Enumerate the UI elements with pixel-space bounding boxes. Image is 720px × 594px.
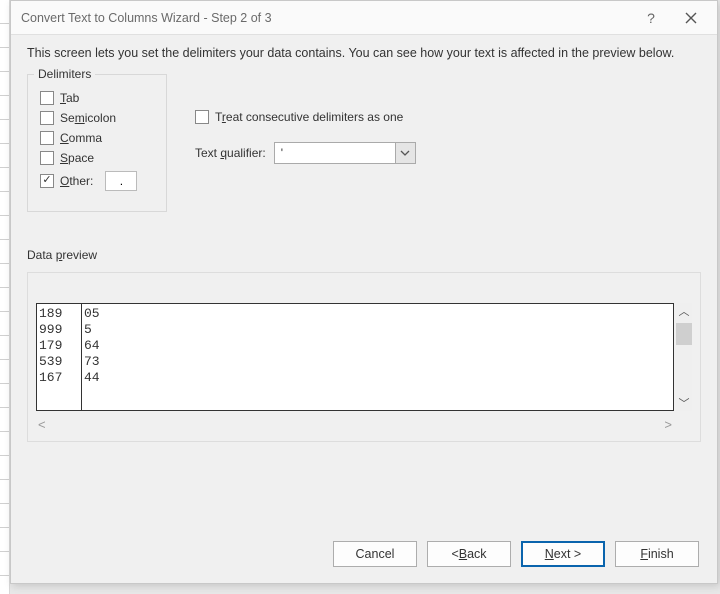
delimiter-semicolon-label: Semicolon xyxy=(60,111,116,125)
preview-column: 055647344 xyxy=(81,304,641,410)
instruction-text: This screen lets you set the delimiters … xyxy=(27,45,701,62)
delimiter-tab-row[interactable]: Tab xyxy=(40,91,152,105)
titlebar: Convert Text to Columns Wizard - Step 2 … xyxy=(11,1,717,35)
delimiter-other-row[interactable]: Other: xyxy=(40,171,152,191)
delimiter-comma-label: Comma xyxy=(60,131,102,145)
treat-consecutive-row[interactable]: Treat consecutive delimiters as one xyxy=(195,110,416,124)
text-qualifier-label: Text qualifier: xyxy=(195,146,266,160)
delimiter-other-label: Other: xyxy=(60,174,93,188)
dialog-body: This screen lets you set the delimiters … xyxy=(11,35,717,527)
scroll-right-arrow[interactable]: > xyxy=(664,417,672,433)
spreadsheet-edge xyxy=(0,0,10,594)
text-qualifier-dropdown-button[interactable] xyxy=(395,143,415,163)
preview-column: 189999179539167 xyxy=(37,304,81,410)
preview-vertical-scrollbar[interactable]: ︿ ﹀ xyxy=(676,303,692,411)
back-button[interactable]: < Back xyxy=(427,541,511,567)
preview-cell: 179 xyxy=(39,338,77,354)
cancel-button[interactable]: Cancel xyxy=(333,541,417,567)
options-panel: Treat consecutive delimiters as one Text… xyxy=(195,74,416,164)
delimiter-space-row[interactable]: Space xyxy=(40,151,152,165)
help-button[interactable]: ? xyxy=(631,4,671,32)
preview-cell: 189 xyxy=(39,306,77,322)
scroll-thumb[interactable] xyxy=(676,323,692,345)
wizard-dialog: Convert Text to Columns Wizard - Step 2 … xyxy=(10,0,718,584)
preview-cell: 5 xyxy=(84,322,637,338)
preview-cell: 539 xyxy=(39,354,77,370)
delimiter-space-checkbox[interactable] xyxy=(40,151,54,165)
scroll-left-arrow[interactable]: < xyxy=(38,417,46,433)
delimiters-legend: Delimiters xyxy=(34,67,95,81)
finish-button[interactable]: Finish xyxy=(615,541,699,567)
next-button[interactable]: Next > xyxy=(521,541,605,567)
data-preview-box: 189999179539167055647344 ︿ ﹀ < > xyxy=(27,272,701,442)
preview-cell: 05 xyxy=(84,306,637,322)
text-qualifier-value: ' xyxy=(275,146,395,160)
data-preview-label: Data preview xyxy=(27,248,701,262)
delimiter-space-label: Space xyxy=(60,151,94,165)
delimiter-semicolon-checkbox[interactable] xyxy=(40,111,54,125)
preview-horizontal-scrollbar[interactable]: < > xyxy=(36,417,674,433)
delimiter-comma-checkbox[interactable] xyxy=(40,131,54,145)
button-row: Cancel < Back Next > Finish xyxy=(11,527,717,583)
scroll-up-arrow[interactable]: ︿ xyxy=(676,303,692,319)
preview-cell: 73 xyxy=(84,354,637,370)
scroll-down-arrow[interactable]: ﹀ xyxy=(679,395,690,411)
delimiter-tab-label: Tab xyxy=(60,91,79,105)
chevron-down-icon xyxy=(400,150,410,156)
preview-cell: 167 xyxy=(39,370,77,386)
delimiter-semicolon-row[interactable]: Semicolon xyxy=(40,111,152,125)
data-preview-grid: 189999179539167055647344 xyxy=(36,303,674,411)
treat-consecutive-checkbox[interactable] xyxy=(195,110,209,124)
delimiter-comma-row[interactable]: Comma xyxy=(40,131,152,145)
treat-consecutive-label: Treat consecutive delimiters as one xyxy=(215,110,403,124)
text-qualifier-row: Text qualifier: ' xyxy=(195,142,416,164)
delimiters-group: Delimiters Tab Semicolon Comma Space xyxy=(27,74,167,212)
window-title: Convert Text to Columns Wizard - Step 2 … xyxy=(21,11,631,25)
data-preview-section: Data preview 189999179539167055647344 ︿ … xyxy=(27,248,701,442)
preview-cell: 999 xyxy=(39,322,77,338)
delimiter-other-input[interactable] xyxy=(105,171,137,191)
preview-cell: 64 xyxy=(84,338,637,354)
preview-cell: 44 xyxy=(84,370,637,386)
close-button[interactable] xyxy=(671,4,711,32)
text-qualifier-select[interactable]: ' xyxy=(274,142,416,164)
delimiter-other-checkbox[interactable] xyxy=(40,174,54,188)
close-icon xyxy=(685,12,697,24)
delimiter-tab-checkbox[interactable] xyxy=(40,91,54,105)
